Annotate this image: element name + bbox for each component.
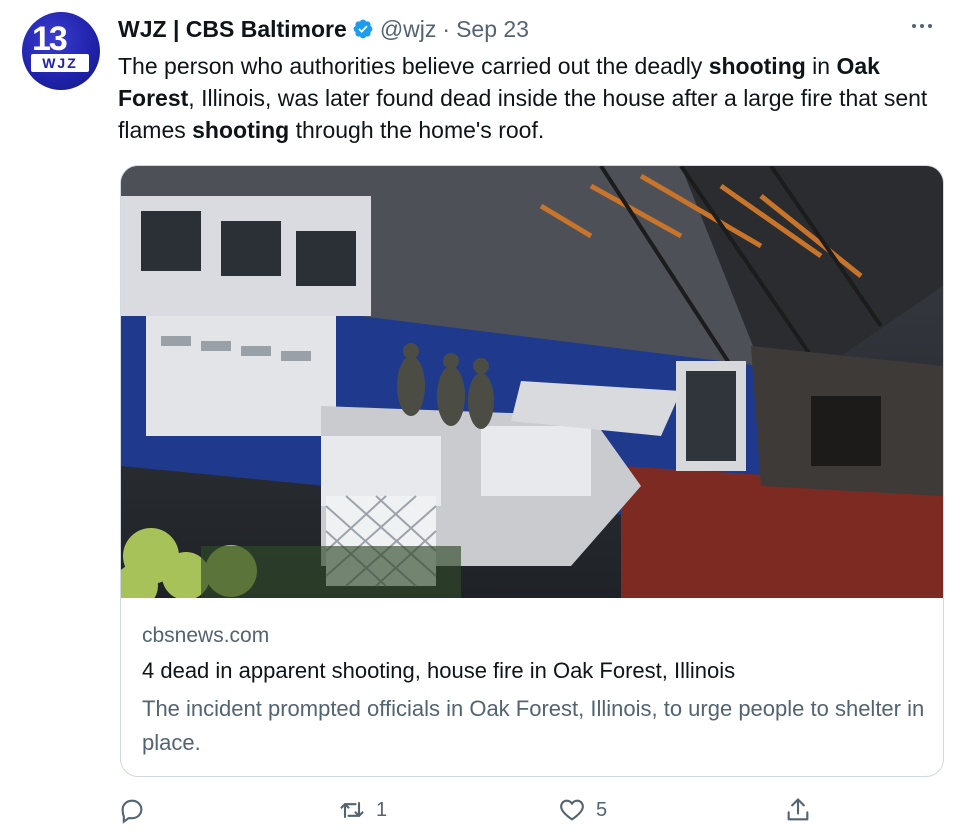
reply-icon [121, 799, 143, 824]
handle[interactable]: @wjz [380, 16, 437, 43]
retweet-icon [340, 801, 364, 819]
logo-letters: WJZ [31, 54, 89, 72]
retweet-button[interactable]: 1 [338, 790, 387, 830]
link-card[interactable]: cbsnews.com 4 dead in apparent shooting,… [120, 165, 944, 777]
highlight-keyword: shooting [708, 53, 806, 79]
card-title: 4 dead in apparent shooting, house fire … [142, 658, 736, 683]
highlight-keyword: shooting [192, 117, 290, 143]
like-button[interactable]: 5 [558, 790, 607, 830]
more-options-icon[interactable] [904, 14, 940, 38]
card-description: The incident prompted officials in Oak F… [142, 696, 925, 755]
like-count: 5 [596, 798, 608, 821]
text-part: The person who authorities believe carri… [118, 53, 709, 79]
card-domain: cbsnews.com [142, 624, 270, 647]
heart-icon [560, 799, 584, 821]
separator: · [442, 15, 451, 42]
share-icon [787, 798, 809, 821]
text-part: through the home's roof. [289, 117, 545, 143]
tweet-text: The person who authorities believe carri… [118, 50, 938, 146]
share-button[interactable] [784, 790, 812, 830]
card-image[interactable] [121, 166, 943, 598]
avatar[interactable]: 13 WJZ [22, 12, 100, 90]
display-name[interactable]: WJZ | CBS Baltimore [118, 16, 347, 43]
text-part: in [805, 53, 837, 79]
tweet-header: WJZ | CBS Baltimore @wjz · Sep 23 [118, 14, 529, 44]
verified-badge-icon [353, 19, 373, 39]
timestamp[interactable]: Sep 23 [456, 16, 529, 43]
retweet-count: 1 [376, 798, 388, 821]
reply-button[interactable] [118, 790, 156, 830]
tweet-actions: 1 5 [118, 790, 838, 830]
